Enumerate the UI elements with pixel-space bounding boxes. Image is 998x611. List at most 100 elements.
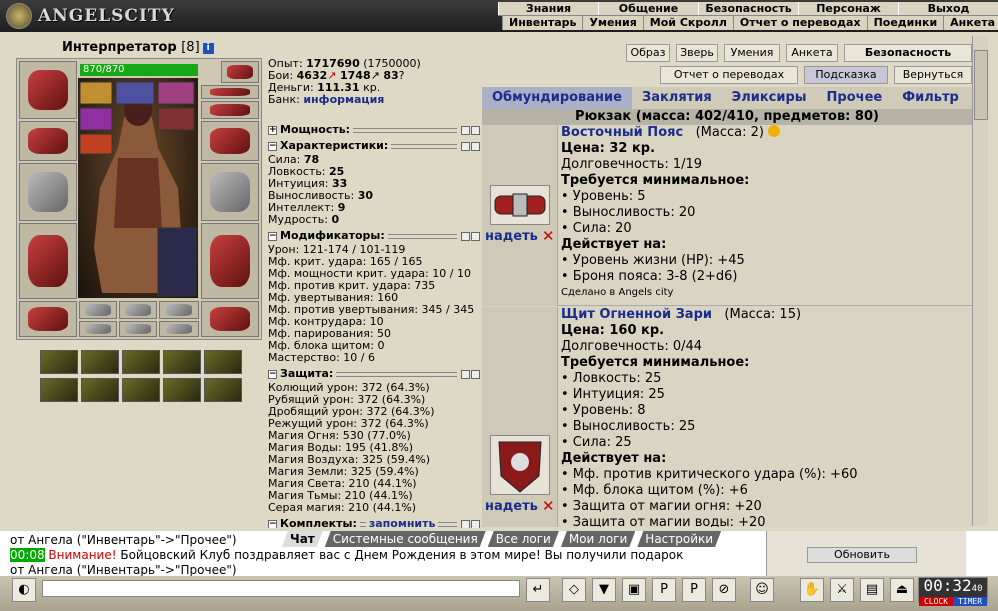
button-security[interactable]: Безопасность (844, 44, 972, 62)
button-pet[interactable]: Зверь (676, 44, 718, 62)
up-icon[interactable] (461, 369, 470, 379)
filter-icon[interactable]: ▼ (592, 578, 616, 602)
exit-icon[interactable]: ⏏ (890, 578, 914, 602)
slot-offhand[interactable] (201, 163, 259, 221)
delete-icon[interactable]: ✕ (542, 497, 555, 515)
belt-slot-5[interactable] (204, 350, 242, 374)
down-icon[interactable] (471, 519, 480, 528)
belt-slot-4[interactable] (163, 350, 201, 374)
submenu-scroll[interactable]: Мой Скролл (642, 16, 733, 30)
bank-info-link[interactable]: информация (303, 93, 384, 106)
remember-set-link[interactable]: запомнить (369, 518, 436, 529)
info-icon[interactable]: i (202, 43, 214, 54)
slot-legs[interactable] (201, 223, 259, 299)
wear-link[interactable]: надеть (485, 229, 538, 244)
clear-icon[interactable]: ⊘ (712, 578, 736, 602)
belt-slot-1[interactable] (40, 350, 78, 374)
slot-rune-3[interactable] (159, 301, 199, 319)
speaker-icon[interactable]: ◐ (12, 578, 36, 602)
menu-exit[interactable]: Выход (898, 2, 998, 15)
belt-slot-7[interactable] (81, 378, 119, 402)
button-skills[interactable]: Умения (724, 44, 780, 62)
item-title[interactable]: Восточный Пояс (561, 125, 683, 140)
slot-gloves[interactable] (201, 121, 259, 161)
section-characteristics[interactable]: − Характеристики: (268, 140, 480, 152)
tab-elixirs[interactable]: Эликсиры (722, 87, 817, 109)
slot-rune-5[interactable] (119, 321, 157, 337)
belt-slot-9[interactable] (163, 378, 201, 402)
button-image[interactable]: Образ (626, 44, 670, 62)
up-icon[interactable] (461, 231, 470, 241)
menu-knowledge[interactable]: Знания (498, 2, 598, 15)
scroll-thumb[interactable] (974, 50, 988, 120)
tab-system-messages[interactable]: Системные сообщения (325, 531, 486, 547)
hand-icon[interactable]: ✋ (800, 578, 824, 602)
belt-slot-10[interactable] (204, 378, 242, 402)
tab-filter[interactable]: Фильтр (892, 87, 969, 109)
tab-equipment[interactable]: Обмундирование (482, 87, 632, 109)
section-sets[interactable]: − Комплекты: запомнить (268, 518, 480, 528)
item-title[interactable]: Щит Огненной Зари (561, 307, 712, 322)
section-modifiers[interactable]: − Модификаторы: (268, 230, 480, 242)
collapse-icon[interactable]: − (268, 141, 277, 151)
main-scrollbar[interactable] (972, 36, 988, 526)
translit-icon[interactable]: P (652, 578, 676, 602)
save-icon[interactable]: ▣ (622, 578, 646, 602)
menu-security[interactable]: Безопасность (698, 2, 798, 15)
menu-communication[interactable]: Общение (598, 2, 698, 15)
slot-weapon[interactable] (19, 163, 77, 221)
belt-slot-6[interactable] (40, 378, 78, 402)
item-image[interactable] (490, 435, 550, 495)
slot-boots[interactable] (201, 301, 259, 337)
collapse-icon[interactable]: − (268, 231, 277, 241)
slot-rune-6[interactable] (159, 321, 199, 337)
button-profile[interactable]: Анкета (786, 44, 838, 62)
collapse-icon[interactable]: − (268, 369, 277, 379)
down-icon[interactable] (471, 231, 480, 241)
character-portrait[interactable] (78, 78, 198, 298)
tab-chat[interactable]: Чат (282, 531, 323, 547)
button-hint[interactable]: Подсказка (804, 66, 888, 84)
up-icon[interactable] (461, 125, 470, 135)
down-icon[interactable] (471, 141, 480, 151)
slot-rings[interactable] (201, 101, 259, 119)
slot-rune-2[interactable] (119, 301, 157, 319)
private-icon[interactable]: P (682, 578, 706, 602)
chat-input[interactable] (42, 580, 520, 597)
sword-icon[interactable]: ⚔ (830, 578, 854, 602)
logo[interactable]: ANGELSCITY (6, 2, 196, 30)
button-return[interactable]: Вернуться (894, 66, 972, 84)
tab-my-logs[interactable]: Мои логи (561, 531, 635, 547)
tab-other[interactable]: Прочее (817, 87, 893, 109)
slot-bracers[interactable] (19, 121, 77, 161)
submenu-duels[interactable]: Поединки (866, 16, 944, 30)
tab-all-logs[interactable]: Все логи (488, 531, 559, 547)
refresh-button[interactable]: Обновить (807, 547, 917, 563)
slot-rune-4[interactable] (79, 321, 117, 337)
smiley-icon[interactable]: ☺ (750, 578, 774, 602)
tab-settings[interactable]: Настройки (637, 531, 721, 547)
wear-link[interactable]: надеть (485, 499, 538, 514)
button-transfer-report[interactable]: Отчет о переводах (660, 66, 798, 84)
collapse-icon[interactable]: − (268, 519, 277, 528)
expand-icon[interactable]: + (268, 125, 277, 135)
belt-slot-8[interactable] (122, 378, 160, 402)
submenu-transfers[interactable]: Отчет о переводах (732, 16, 867, 30)
slot-rune-1[interactable] (79, 301, 117, 319)
slot-helmet[interactable] (19, 61, 77, 119)
belt-slot-2[interactable] (81, 350, 119, 374)
down-icon[interactable] (471, 369, 480, 379)
send-icon[interactable]: ↵ (526, 578, 550, 602)
submenu-inventory[interactable]: Инвентарь (502, 16, 582, 30)
slot-necklace[interactable] (201, 85, 259, 99)
item-image[interactable] (490, 185, 550, 225)
up-icon[interactable] (461, 519, 470, 528)
slot-belt[interactable] (19, 301, 77, 337)
submenu-skills[interactable]: Умения (582, 16, 642, 30)
tab-spells[interactable]: Заклятия (632, 87, 722, 109)
menu-character[interactable]: Персонаж (798, 2, 898, 15)
slot-armor[interactable] (19, 223, 77, 299)
belt-slot-3[interactable] (122, 350, 160, 374)
submenu-profile[interactable]: Анкета (943, 16, 998, 30)
section-defense[interactable]: − Защита: (268, 368, 480, 380)
